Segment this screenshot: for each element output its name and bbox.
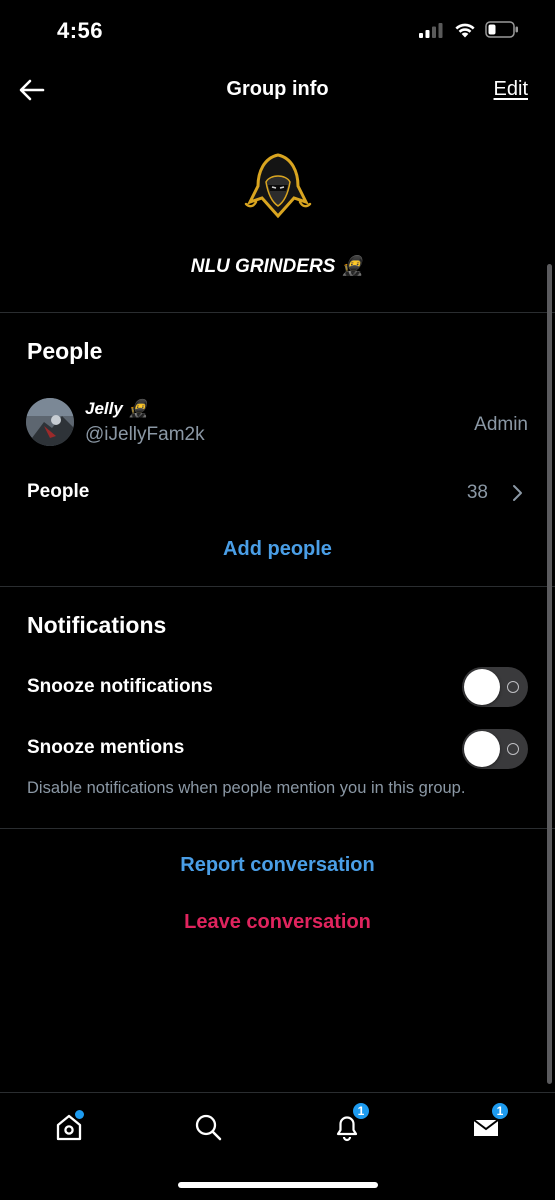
- group-avatar[interactable]: [242, 152, 314, 222]
- member-name: Jelly 🥷: [85, 399, 149, 418]
- section-divider: [0, 312, 555, 313]
- tab-search[interactable]: [186, 1107, 230, 1147]
- snooze-mentions-hint: Disable notifications when people mentio…: [27, 779, 466, 797]
- snooze-notifications-toggle[interactable]: [462, 667, 528, 707]
- home-indicator[interactable]: [178, 1182, 378, 1188]
- status-time: 4:56: [57, 18, 104, 43]
- chevron-right-icon: [512, 484, 524, 507]
- hooded-ninja-logo: [244, 153, 312, 219]
- search-icon: [195, 1114, 222, 1141]
- toggle-knob: [464, 731, 500, 767]
- tab-messages[interactable]: 1: [464, 1101, 510, 1147]
- group-name: NLU GRINDERS 🥷: [190, 256, 365, 277]
- member-photo: [26, 398, 74, 446]
- wifi-icon: [455, 23, 475, 37]
- scrollbar[interactable]: [547, 264, 552, 1084]
- nav-bar: Group info Edit: [0, 64, 555, 116]
- toggle-knob: [464, 669, 500, 705]
- leave-conversation-button[interactable]: Leave conversation: [0, 911, 555, 934]
- notifications-badge: 1: [351, 1101, 371, 1121]
- messages-badge: 1: [490, 1101, 510, 1121]
- people-count: 38: [466, 482, 488, 503]
- add-people-button[interactable]: Add people: [0, 538, 555, 561]
- notifications-section-title: Notifications: [27, 612, 167, 638]
- avatar: [26, 398, 74, 446]
- section-divider: [0, 828, 555, 829]
- snooze-mentions-toggle[interactable]: [462, 729, 528, 769]
- section-divider: [0, 586, 555, 587]
- battery-low-icon: [485, 21, 518, 38]
- snooze-mentions-label: Snooze mentions: [27, 737, 185, 758]
- member-role-badge: Admin: [474, 414, 528, 435]
- snooze-notifications-label: Snooze notifications: [27, 676, 213, 697]
- member-row-admin[interactable]: Jelly 🥷 @iJellyFam2k Admin: [0, 392, 555, 456]
- people-section-title: People: [27, 338, 103, 364]
- tab-home[interactable]: [47, 1107, 91, 1147]
- people-row-label[interactable]: People: [27, 481, 89, 503]
- home-unread-dot: [75, 1110, 84, 1119]
- tab-notifications[interactable]: 1: [325, 1101, 371, 1147]
- member-handle: @iJellyFam2k: [85, 424, 205, 445]
- status-icons: [419, 21, 519, 38]
- cellular-signal-icon: [419, 22, 443, 38]
- edit-button[interactable]: Edit: [494, 78, 528, 101]
- toggle-off-indicator-icon: [507, 681, 519, 693]
- status-bar: 4:56: [0, 0, 555, 64]
- page-title: Group info: [226, 78, 329, 100]
- toggle-off-indicator-icon: [507, 743, 519, 755]
- report-conversation-button[interactable]: Report conversation: [0, 854, 555, 877]
